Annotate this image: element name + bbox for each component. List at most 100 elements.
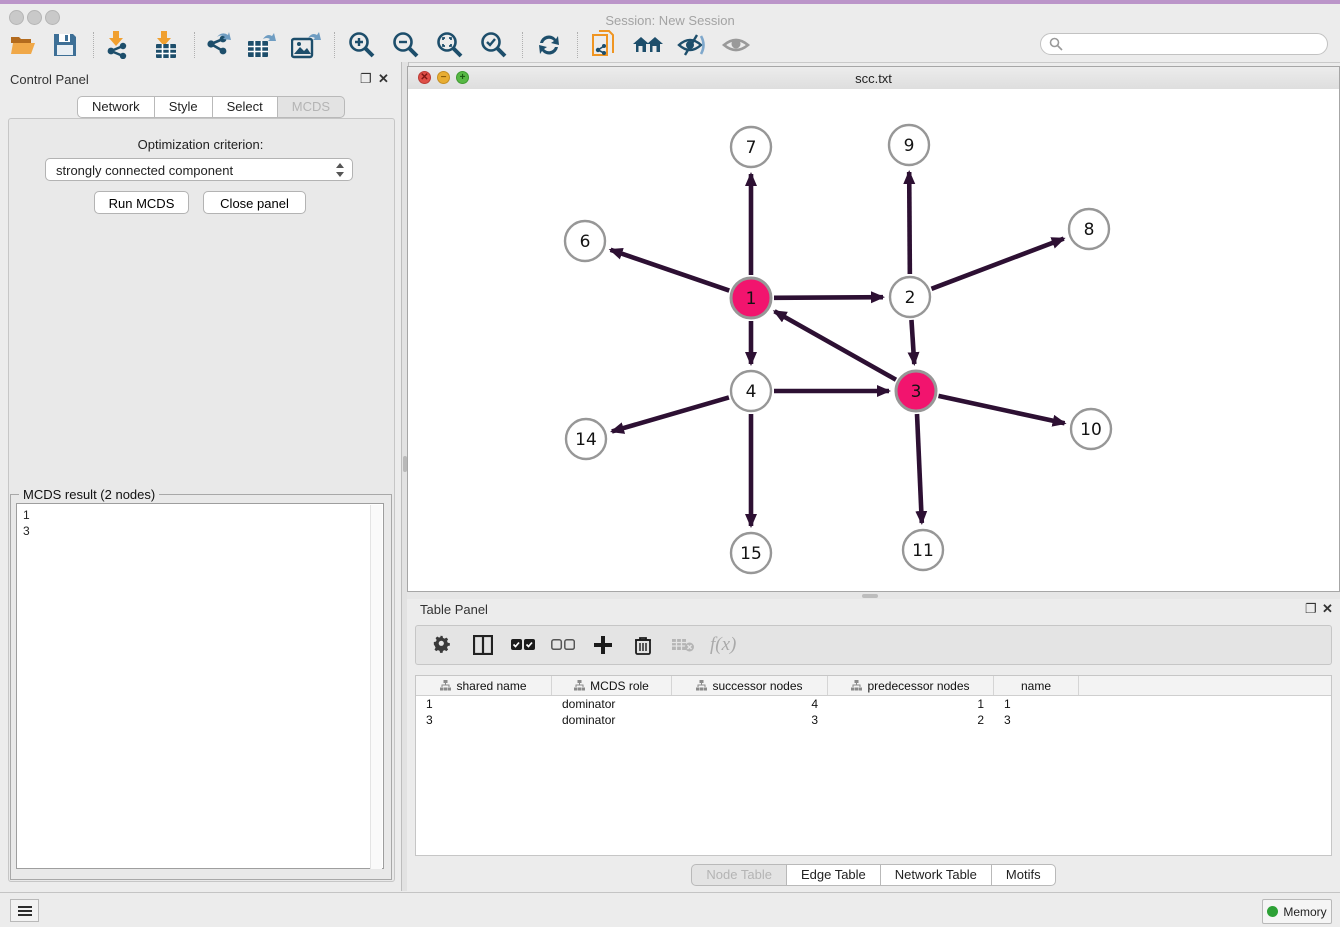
column-header-MCDS-role[interactable]: MCDS role	[552, 676, 672, 695]
graph-edge-3-1[interactable]	[775, 311, 896, 379]
optimization-criterion-select[interactable]: strongly connected component	[45, 158, 353, 181]
table-settings-icon[interactable]	[430, 632, 456, 658]
tab-mcds[interactable]: MCDS	[278, 96, 345, 118]
toolbar-separator	[522, 32, 523, 58]
zoom-in-icon[interactable]	[346, 31, 378, 59]
column-header-label: shared name	[456, 679, 526, 693]
delete-column-icon[interactable]	[630, 632, 656, 658]
mcds-result-list[interactable]: 1 3	[16, 503, 384, 869]
node-table[interactable]: shared name MCDS role successor nodes prede…	[415, 675, 1332, 856]
graph-edge-3-11[interactable]	[917, 414, 922, 523]
graph-edge-2-8[interactable]	[932, 239, 1064, 289]
table-cell: 1	[416, 696, 552, 712]
graph-edge-2-9[interactable]	[909, 172, 910, 274]
table-row[interactable]: 3dominator323	[416, 712, 1331, 728]
toolbar-separator	[93, 32, 94, 58]
dropdown-stepper-icon	[334, 162, 346, 178]
task-history-button[interactable]	[10, 899, 39, 922]
export-network-icon[interactable]	[202, 31, 234, 59]
column-browser-icon[interactable]	[470, 632, 496, 658]
graph-node-label: 1	[746, 289, 757, 309]
network-canvas[interactable]: 7968124314101511	[408, 89, 1339, 591]
open-session-icon[interactable]	[7, 31, 39, 59]
table-header-row: shared name MCDS role successor nodes prede…	[416, 676, 1331, 696]
network-window-title: scc.txt	[408, 71, 1339, 86]
search-icon	[1049, 37, 1063, 51]
graph-node-label: 2	[905, 288, 916, 308]
show-all-icon[interactable]	[720, 31, 752, 59]
export-image-icon[interactable]	[290, 31, 322, 59]
select-all-icon[interactable]	[510, 632, 536, 658]
graph-edge-4-14[interactable]	[612, 397, 729, 431]
graph-node-label: 6	[580, 232, 591, 252]
memory-label: Memory	[1283, 905, 1326, 919]
memory-button[interactable]: Memory	[1262, 899, 1332, 924]
tab-network-table[interactable]: Network Table	[881, 864, 992, 886]
zoom-selected-icon[interactable]	[478, 31, 510, 59]
column-type-icon	[851, 680, 862, 691]
graph-node-label: 7	[746, 138, 757, 158]
tab-network[interactable]: Network	[77, 96, 155, 118]
table-cell: dominator	[552, 696, 672, 712]
table-panel: Table Panel ❐ ✕ f(x) shared name MCDS rol…	[407, 599, 1340, 891]
column-header-name[interactable]: name	[994, 676, 1079, 695]
toolbar-separator	[194, 32, 195, 58]
column-header-predecessor-nodes[interactable]: predecessor nodes	[828, 676, 994, 695]
deselect-all-icon[interactable]	[550, 632, 576, 658]
close-panel-icon[interactable]: ✕	[378, 71, 389, 87]
column-type-icon	[696, 680, 707, 691]
zoom-out-icon[interactable]	[390, 31, 422, 59]
graph-node-label: 15	[740, 544, 762, 564]
graph-edge-1-6[interactable]	[611, 250, 730, 291]
table-cell: 1	[994, 696, 1079, 712]
graph-node-label: 10	[1080, 420, 1102, 440]
import-table-icon[interactable]	[150, 31, 182, 59]
run-mcds-button[interactable]: Run MCDS	[94, 191, 189, 214]
zoom-fit-icon[interactable]	[434, 31, 466, 59]
table-body: 1dominator4113dominator323	[416, 696, 1331, 728]
table-row[interactable]: 1dominator411	[416, 696, 1331, 712]
mcds-result-item: 1	[23, 507, 383, 523]
add-column-icon[interactable]	[590, 632, 616, 658]
export-table-icon[interactable]	[246, 31, 278, 59]
tab-style[interactable]: Style	[155, 96, 213, 118]
save-session-icon[interactable]	[49, 31, 81, 59]
delete-table-icon[interactable]	[670, 632, 696, 658]
column-type-icon	[440, 680, 451, 691]
tab-select[interactable]: Select	[213, 96, 278, 118]
horizontal-splitter[interactable]	[407, 592, 1340, 599]
column-header-label: successor nodes	[712, 679, 802, 693]
table-cell: 1	[828, 696, 994, 712]
network-window-titlebar[interactable]: ✕ − + scc.txt	[408, 67, 1339, 90]
column-header-successor-nodes[interactable]: successor nodes	[672, 676, 828, 695]
import-network-icon[interactable]	[102, 31, 134, 59]
close-panel-button[interactable]: Close panel	[203, 191, 306, 214]
float-panel-icon[interactable]: ❐	[1305, 601, 1317, 617]
network-view-window: ✕ − + scc.txt 7968124314101511	[407, 66, 1340, 592]
app-titlebar: Session: New Session	[0, 4, 1340, 29]
graph-edge-2-3[interactable]	[911, 320, 914, 364]
column-header-shared-name[interactable]: shared name	[416, 676, 552, 695]
new-network-from-selection-icon[interactable]	[588, 31, 620, 59]
graph-edge-1-2[interactable]	[774, 297, 883, 298]
tab-edge-table[interactable]: Edge Table	[787, 864, 881, 886]
result-scrollbar[interactable]	[370, 505, 382, 869]
search-input[interactable]	[1040, 33, 1328, 55]
splitter-grip[interactable]	[862, 594, 878, 598]
refresh-icon[interactable]	[533, 31, 565, 59]
float-panel-icon[interactable]: ❐	[360, 71, 372, 87]
table-toolbar: f(x)	[415, 625, 1332, 665]
control-panel: Control Panel ❐ ✕ Network Style Select M…	[0, 62, 401, 891]
table-panel-title: Table Panel	[420, 602, 488, 617]
table-tabs: Node Table Edge Table Network Table Moti…	[407, 864, 1340, 890]
graph-edge-3-10[interactable]	[938, 396, 1064, 423]
hide-selected-icon[interactable]	[676, 31, 708, 59]
tab-motifs[interactable]: Motifs	[992, 864, 1056, 886]
first-neighbors-icon[interactable]	[632, 31, 664, 59]
tab-node-table[interactable]: Node Table	[691, 864, 787, 886]
mcds-result-item: 3	[23, 523, 383, 539]
close-panel-icon[interactable]: ✕	[1322, 601, 1333, 617]
function-builder-icon[interactable]: f(x)	[710, 632, 736, 658]
mcds-result-group: MCDS result (2 nodes) 1 3	[10, 494, 392, 880]
table-cell: dominator	[552, 712, 672, 728]
